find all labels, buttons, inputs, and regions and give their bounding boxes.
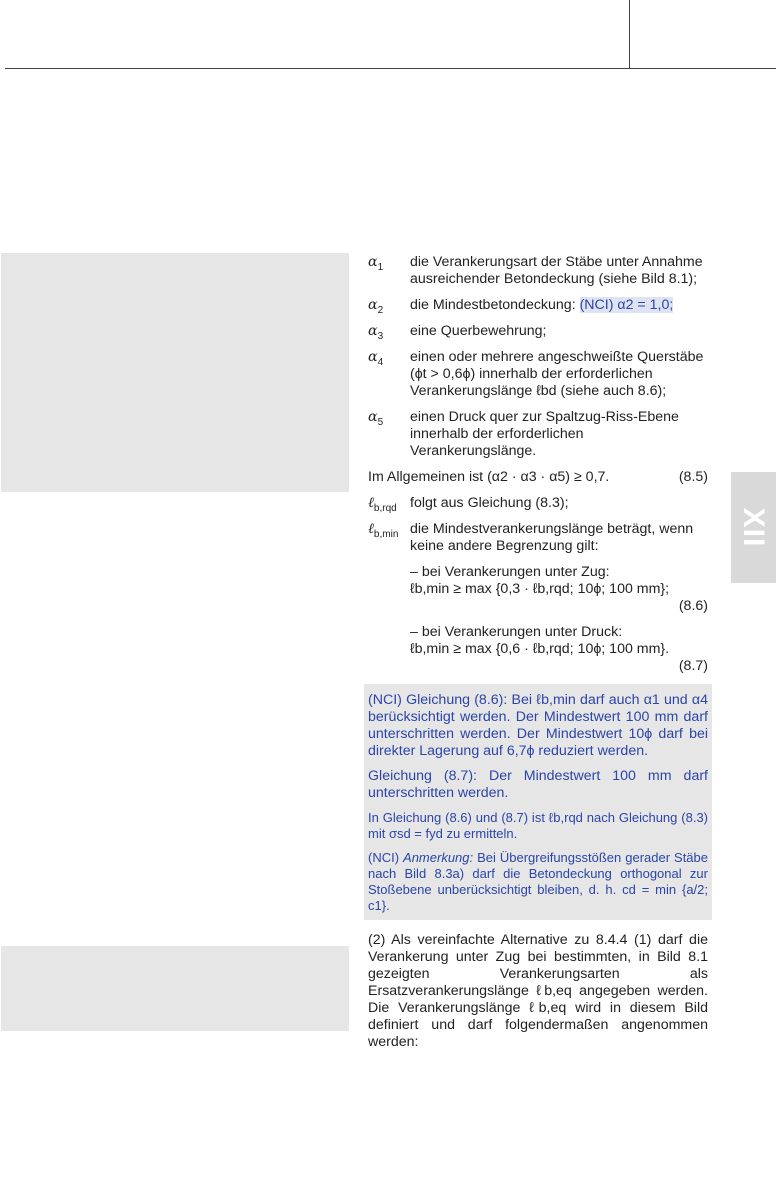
alpha2-text: die Mindestbetondeckung: [410, 297, 580, 313]
chapter-tab: XII [731, 472, 776, 583]
alpha4-symbol: α4 [368, 349, 384, 368]
lb-rqd-text: folgt aus Gleichung (8.3); [410, 495, 569, 511]
tension-intro: – bei Verankerungen unter Zug: [410, 564, 610, 580]
nci-note-label: Anmerkung: [403, 850, 474, 865]
alpha5-symbol: α5 [368, 409, 384, 428]
equation-number-8-7: (8.7) [678, 658, 708, 674]
alpha2-row: α2 die Mindestbetondeckung: (NCI) α2 = 1… [368, 297, 708, 316]
nci-paragraph-1: (NCI) Gleichung (8.6): Bei ℓb,min darf a… [368, 692, 708, 759]
paragraph-2: (2) Als vereinfachte Alternative zu 8.4.… [368, 932, 708, 1050]
alpha4-row: α4 einen oder mehrere angeschweißte Quer… [368, 349, 708, 400]
tension-anchorage-block: – bei Verankerungen unter Zug: ℓb,min ≥ … [368, 564, 708, 615]
chapter-tab-label: XII [737, 507, 770, 548]
nci-paragraph-3: In Gleichung (8.6) und (8.7) ist ℓb,rqd … [368, 810, 708, 841]
margin-grey-box-top [1, 253, 349, 492]
lb-rqd-symbol: ℓb,rqd [368, 495, 397, 514]
alpha3-symbol: α3 [368, 323, 384, 342]
compression-formula: ℓb,min ≥ max {0,6 · ℓb,rqd; 10ϕ; 100 mm}… [410, 641, 670, 657]
equation-number-8-6: (8.6) [678, 598, 708, 614]
alpha5-text: einen Druck quer zur Spaltzug-Riss-Ebene… [410, 409, 679, 459]
margin-grey-box-bottom [1, 946, 349, 1031]
main-column: α1 die Verankerungsart der Stäbe unter A… [364, 254, 712, 1051]
tension-formula: ℓb,min ≥ max {0,3 · ℓb,rqd; 10ϕ; 100 mm}… [410, 581, 670, 597]
alpha5-row: α5 einen Druck quer zur Spaltzug-Riss-Eb… [368, 409, 708, 460]
nci-paragraph-4: (NCI) Anmerkung: Bei Übergreifungsstößen… [368, 850, 708, 913]
alpha3-row: α3 eine Querbewehrung; [368, 323, 708, 342]
alpha3-text: eine Querbewehrung; [410, 323, 547, 339]
compression-anchorage-block: – bei Verankerungen unter Druck: ℓb,min … [368, 624, 708, 675]
header-rule [5, 68, 776, 69]
lb-min-text: die Mindestverankerungslänge beträgt, we… [410, 521, 694, 554]
compression-intro: – bei Verankerungen unter Druck: [410, 624, 623, 640]
equation-number-8-5: (8.5) [678, 469, 708, 485]
general-condition: Im Allgemeinen ist (α2 · α3 · α5) ≥ 0,7.… [368, 469, 708, 486]
alpha1-row: α1 die Verankerungsart der Stäbe unter A… [368, 254, 708, 288]
alpha2-nci-value: (NCI) α2 = 1,0; [579, 297, 674, 313]
nci-paragraph-2: Gleichung (8.7): Der Mindestwert 100 mm … [368, 768, 708, 801]
alpha1-symbol: α1 [368, 254, 384, 273]
general-condition-text: Im Allgemeinen ist (α2 · α3 · α5) ≥ 0,7. [368, 469, 610, 485]
lb-rqd-row: ℓb,rqd folgt aus Gleichung (8.3); [368, 495, 708, 514]
header-divider-vertical [629, 0, 630, 68]
alpha4-text: einen oder mehrere angeschweißte Querstä… [410, 349, 704, 399]
alpha1-text: die Verankerungsart der Stäbe unter Anna… [410, 254, 703, 287]
nci-annex-box: (NCI) Gleichung (8.6): Bei ℓb,min darf a… [364, 684, 712, 920]
alpha2-symbol: α2 [368, 297, 384, 316]
lb-min-symbol: ℓb,min [368, 521, 399, 540]
lb-min-row: ℓb,min die Mindestverankerungslänge betr… [368, 521, 708, 555]
